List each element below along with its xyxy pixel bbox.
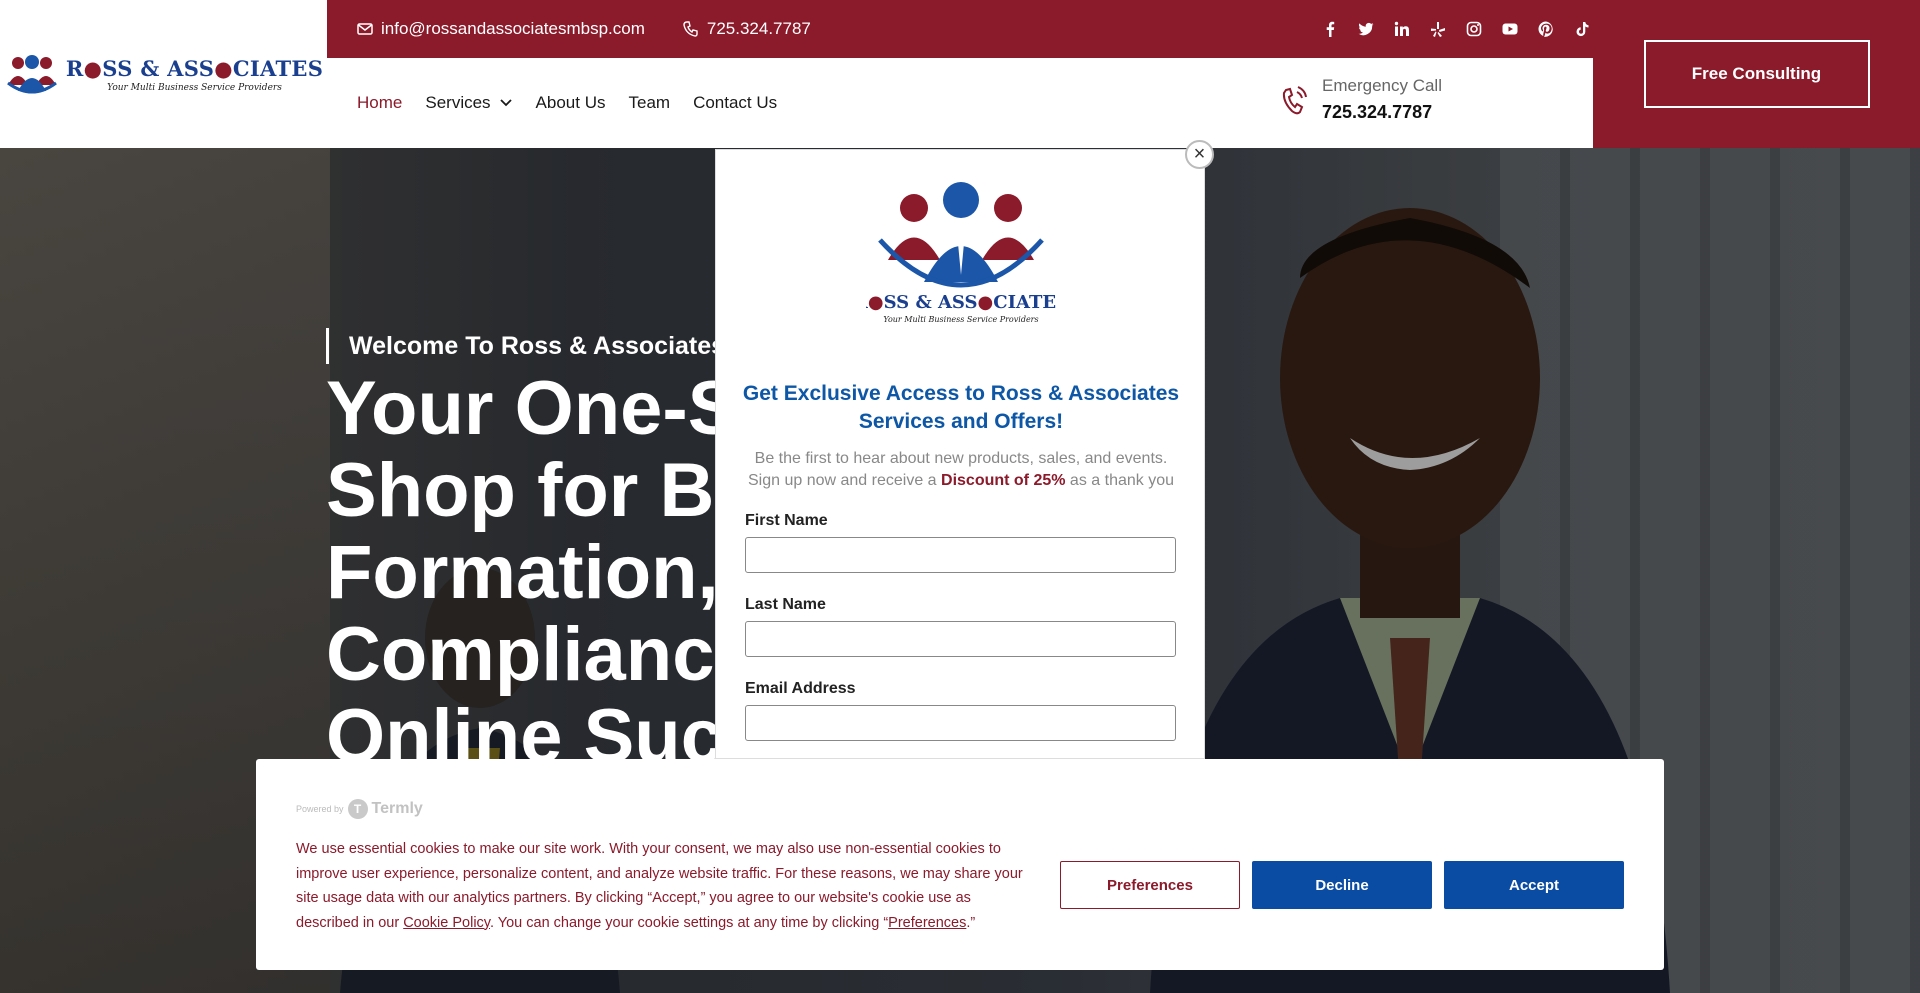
hero-welcome: Welcome To Ross & Associates (326, 328, 725, 364)
popup-description: Be the first to hear about new products,… (736, 448, 1186, 492)
hero-headline: Your One-S Shop for B Formation, Complia… (326, 366, 739, 779)
instagram-icon[interactable] (1463, 18, 1485, 40)
phone-icon (683, 21, 698, 37)
nav-label: Home (357, 93, 403, 112)
logo-people-icon (6, 55, 57, 94)
nav-team[interactable]: Team (628, 93, 670, 113)
decline-button[interactable]: Decline (1252, 861, 1432, 909)
linkedin-icon[interactable] (1391, 18, 1413, 40)
cookie-text-2: . You can change your cookie settings at… (489, 914, 889, 931)
popup-title: Get Exclusive Access to Ross & Associate… (742, 382, 1180, 433)
nav-label: About Us (535, 93, 606, 112)
envelope-icon (357, 23, 373, 35)
preferences-button[interactable]: Preferences (1060, 861, 1240, 909)
pinterest-icon[interactable] (1535, 18, 1557, 40)
nav-services[interactable]: Services (425, 93, 512, 113)
cookie-text-3: .” (966, 914, 976, 931)
last-name-field[interactable] (745, 621, 1176, 657)
nav-home[interactable]: Home (357, 93, 402, 113)
facebook-icon[interactable] (1319, 18, 1341, 40)
cookie-banner: Powered by T Termly We use essential coo… (256, 759, 1664, 970)
first-name-field[interactable] (745, 537, 1176, 573)
last-name-label: Last Name (745, 596, 826, 613)
svg-text:Your Multi Business Service Pr: Your Multi Business Service Providers (883, 315, 1038, 324)
popup-logo: R●SS & ASS●CIATES Your Multi Business Se… (866, 182, 1056, 324)
chevron-down-icon (499, 99, 512, 107)
termly-name: Termly (371, 800, 423, 817)
preferences-link[interactable]: Preferences (888, 915, 966, 931)
popup-close-button[interactable]: × (1185, 140, 1214, 169)
popup-desc-pre: Sign up now and receive a (748, 472, 942, 489)
nav-label: Team (628, 93, 671, 112)
accept-button[interactable]: Accept (1444, 861, 1624, 909)
topbar-email[interactable]: info@rossandassociatesmbsp.com (357, 19, 645, 39)
tiktok-icon[interactable] (1571, 18, 1593, 40)
signup-popup: R●SS & ASS●CIATES Your Multi Business Se… (715, 149, 1205, 759)
logo: R●SS & ASS●CIATES Your Multi Business Se… (4, 53, 323, 95)
nav-about[interactable]: About Us (536, 93, 606, 113)
youtube-icon[interactable] (1499, 18, 1521, 40)
yelp-icon[interactable] (1427, 18, 1449, 40)
emergency-label: Emergency Call (1322, 76, 1442, 95)
twitter-icon[interactable] (1355, 18, 1377, 40)
popup-desc-line1: Be the first to hear about new products,… (754, 450, 1168, 467)
topbar-phone[interactable]: 725.324.7787 (683, 19, 811, 39)
topbar: info@rossandassociatesmbsp.com 725.324.7… (327, 0, 1593, 58)
header-logo[interactable]: R●SS & ASS●CIATES Your Multi Business Se… (0, 0, 327, 148)
phone-text: 725.324.7787 (706, 19, 811, 38)
popup-discount: Discount of 25% (941, 472, 1066, 489)
nav-label: Services (425, 93, 491, 112)
termly-logo-icon: T (347, 799, 368, 819)
logo-name-part: CIATES (232, 55, 324, 81)
popup-desc-post: as a thank you (1065, 472, 1174, 489)
social-links (1319, 0, 1593, 58)
svg-text:R●SS & ASS●CIATES: R●SS & ASS●CIATES (866, 292, 1056, 313)
logo-name-part: R (65, 55, 84, 81)
phone-ringing-icon (1282, 85, 1307, 114)
nav-contact[interactable]: Contact Us (693, 93, 777, 113)
logo-name-part: SS & ASS (102, 55, 215, 81)
email-text: info@rossandassociatesmbsp.com (381, 19, 645, 38)
powered-by-text: Powered by (296, 804, 344, 814)
emergency-call[interactable]: Emergency Call 725.324.7787 (1280, 76, 1442, 123)
free-consulting-button[interactable]: Free Consulting (1643, 40, 1870, 108)
email-address-field[interactable] (745, 705, 1176, 741)
logo-tagline: Your Multi Business Service Providers (107, 82, 282, 93)
powered-by-termly: Powered by T Termly (296, 799, 423, 819)
cookie-text: We use essential cookies to make our sit… (296, 837, 1036, 935)
email-address-label: Email Address (745, 680, 856, 697)
cookie-policy-link[interactable]: Cookie Policy (403, 915, 490, 931)
emergency-number: 725.324.7787 (1322, 102, 1433, 122)
nav-label: Contact Us (693, 93, 778, 112)
first-name-label: First Name (745, 512, 828, 529)
cta-area: Free Consulting (1593, 0, 1920, 148)
